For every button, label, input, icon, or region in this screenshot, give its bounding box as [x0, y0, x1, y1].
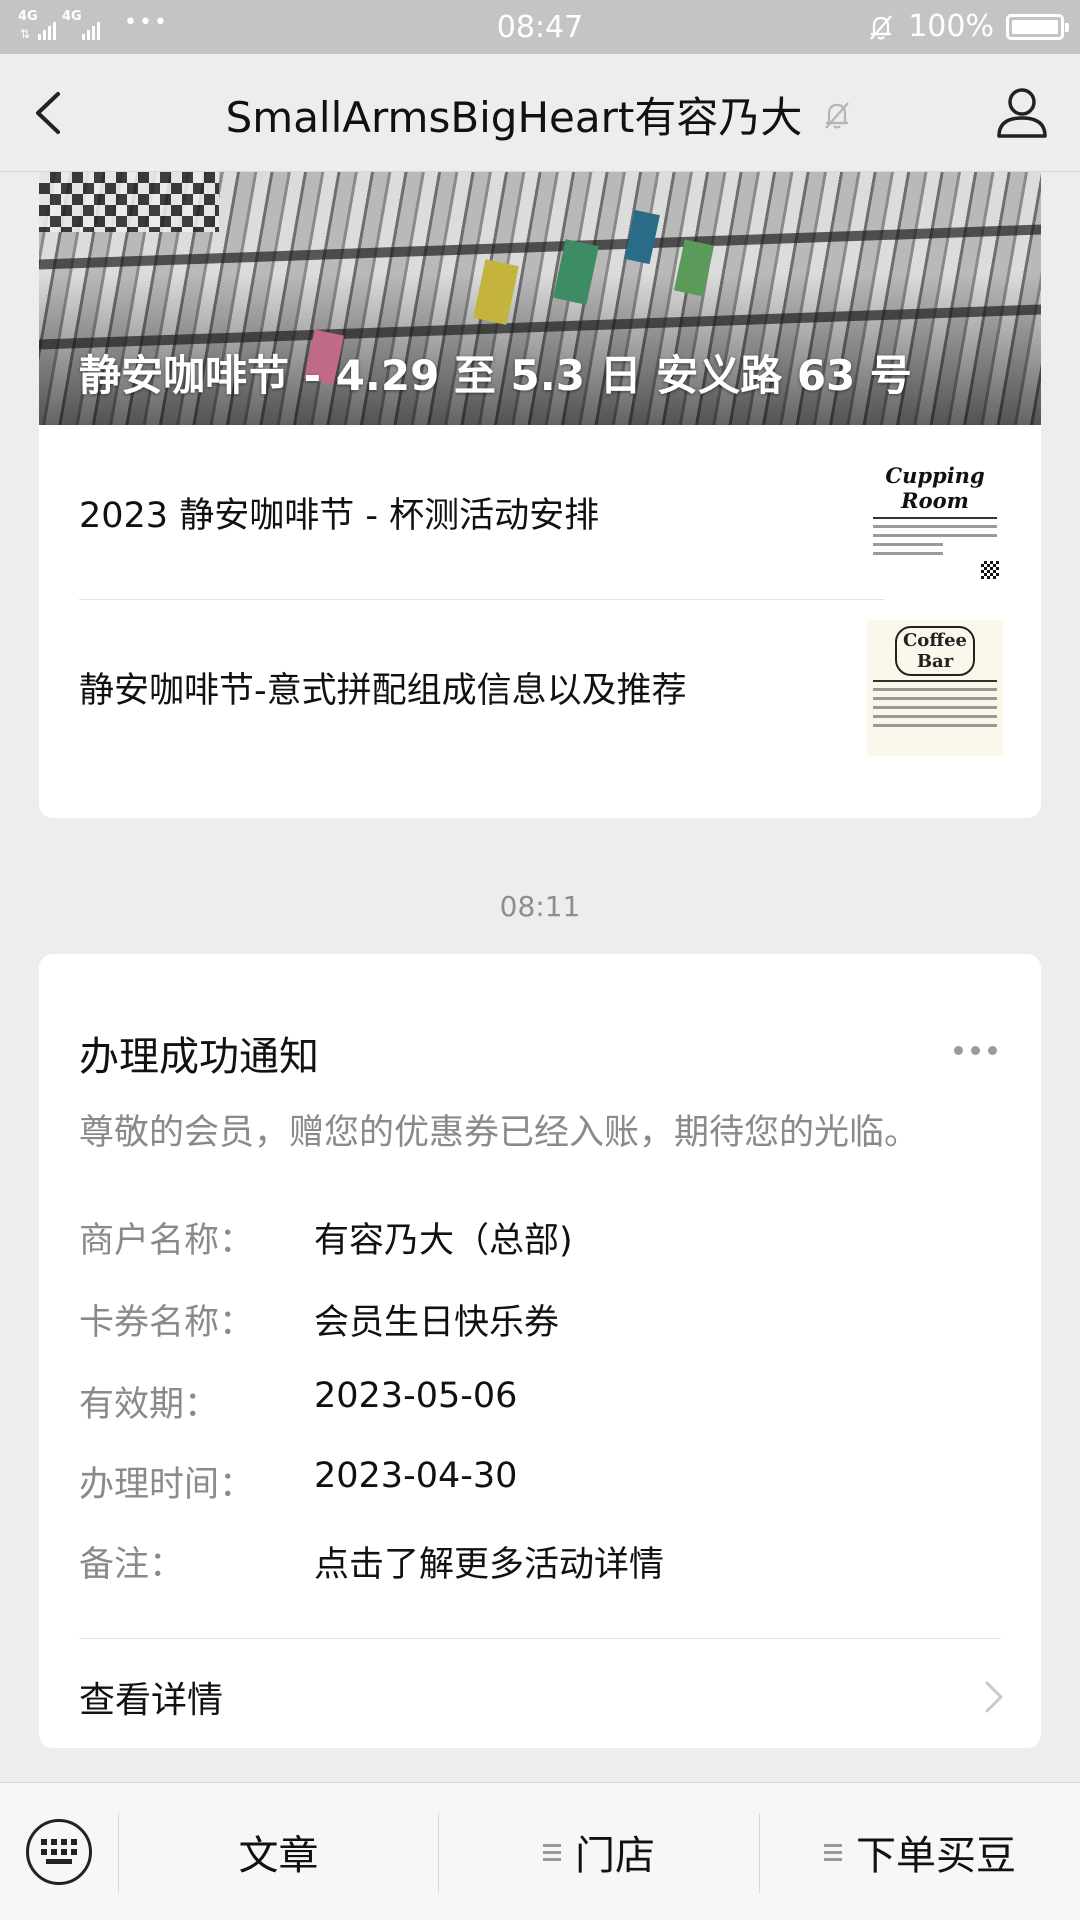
menu-item-articles[interactable]: 文章 — [119, 1783, 438, 1920]
article-thumbnail-coffee-bar: Coffee Bar — [867, 620, 1003, 756]
menu-item-stores[interactable]: 门店 — [439, 1783, 759, 1920]
field-label: 商户名称： — [79, 1221, 255, 1261]
field-coupon-name: 卡券名称： 会员生日快乐券 — [79, 1294, 999, 1344]
thumbnail-heading: Cupping Room — [885, 463, 985, 513]
nav-bar: SmallArmsBigHeart有容乃大 — [0, 54, 1080, 172]
thumbnail-heading: Coffee Bar — [895, 626, 975, 676]
field-value: 2023-05-06 — [314, 1376, 518, 1416]
article-item-cupping[interactable]: 2023 静安咖啡节 - 杯测活动安排 Cupping Room — [39, 425, 1041, 600]
menu-item-label: 下单买豆 — [856, 1833, 1016, 1879]
view-details-label: 查看详情 — [79, 1680, 224, 1721]
field-merchant: 商户名称： 有容乃大（总部) — [79, 1212, 999, 1262]
bottom-menu: 文章 门店 下单买豆 — [0, 1782, 1080, 1920]
page-title-wrap: SmallArmsBigHeart有容乃大 — [0, 84, 1080, 145]
notice-description: 尊敬的会员，赠您的优惠券已经入账，期待您的光临。 — [79, 1113, 920, 1153]
article-item-espresso-blend[interactable]: 静安咖啡节-意式拼配组成信息以及推荐 Coffee Bar — [39, 600, 1041, 775]
field-value: 会员生日快乐券 — [314, 1303, 560, 1343]
status-bar-right: 100% — [866, 9, 1069, 44]
menu-item-label: 门店 — [575, 1833, 655, 1879]
field-value: 点击了解更多活动详情 — [314, 1545, 665, 1585]
bell-muted-icon — [825, 101, 850, 129]
field-processed-time: 办理时间： 2023-04-30 — [79, 1456, 999, 1506]
menu-item-order-beans[interactable]: 下单买豆 — [760, 1783, 1080, 1920]
field-value: 2023-04-30 — [314, 1456, 518, 1496]
page-title: SmallArmsBigHeart有容乃大 — [225, 93, 803, 142]
menu-item-label: 文章 — [238, 1833, 319, 1879]
article-cover[interactable]: 静安咖啡节 - 4.29 至 5.3 日 安义路 63 号 — [39, 172, 1041, 425]
field-remark: 备注： 点击了解更多活动详情 — [79, 1536, 999, 1586]
article-card: 静安咖啡节 - 4.29 至 5.3 日 安义路 63 号 2023 静安咖啡节… — [39, 172, 1041, 818]
more-options-icon[interactable] — [954, 1046, 997, 1055]
field-label: 有效期： — [79, 1385, 220, 1425]
submenu-icon — [543, 1843, 561, 1861]
user-icon[interactable] — [994, 84, 1050, 140]
submenu-icon — [824, 1843, 842, 1861]
battery-percent: 100% — [908, 9, 994, 44]
article-thumbnail-cupping: Cupping Room — [867, 453, 1003, 589]
qr-code-icon — [981, 561, 999, 579]
cover-title: 静安咖啡节 - 4.29 至 5.3 日 安义路 63 号 — [79, 351, 912, 400]
field-label: 卡券名称： — [79, 1303, 255, 1343]
field-label: 办理时间： — [79, 1465, 255, 1505]
field-value: 有容乃大（总部) — [314, 1221, 573, 1261]
notice-card[interactable]: 办理成功通知 尊敬的会员，赠您的优惠券已经入账，期待您的光临。 商户名称： 有容… — [39, 954, 1041, 1748]
field-label: 备注： — [79, 1545, 185, 1585]
bell-muted-status-icon — [870, 14, 893, 40]
notice-title: 办理成功通知 — [79, 1034, 319, 1080]
article-title: 静安咖啡节-意式拼配组成信息以及推荐 — [79, 671, 687, 711]
chevron-right-icon — [985, 1681, 1003, 1713]
keyboard-toggle-button[interactable] — [0, 1783, 118, 1920]
keyboard-icon — [26, 1819, 92, 1885]
battery-icon — [1006, 13, 1069, 40]
field-valid-until: 有效期： 2023-05-06 — [79, 1376, 999, 1426]
message-timestamp: 08:11 — [499, 890, 581, 923]
view-details-link[interactable]: 查看详情 — [39, 1639, 1041, 1748]
status-bar: 4G ⇅ 4G ••• 08:47 100% — [0, 0, 1080, 54]
article-title: 2023 静安咖啡节 - 杯测活动安排 — [79, 496, 600, 536]
